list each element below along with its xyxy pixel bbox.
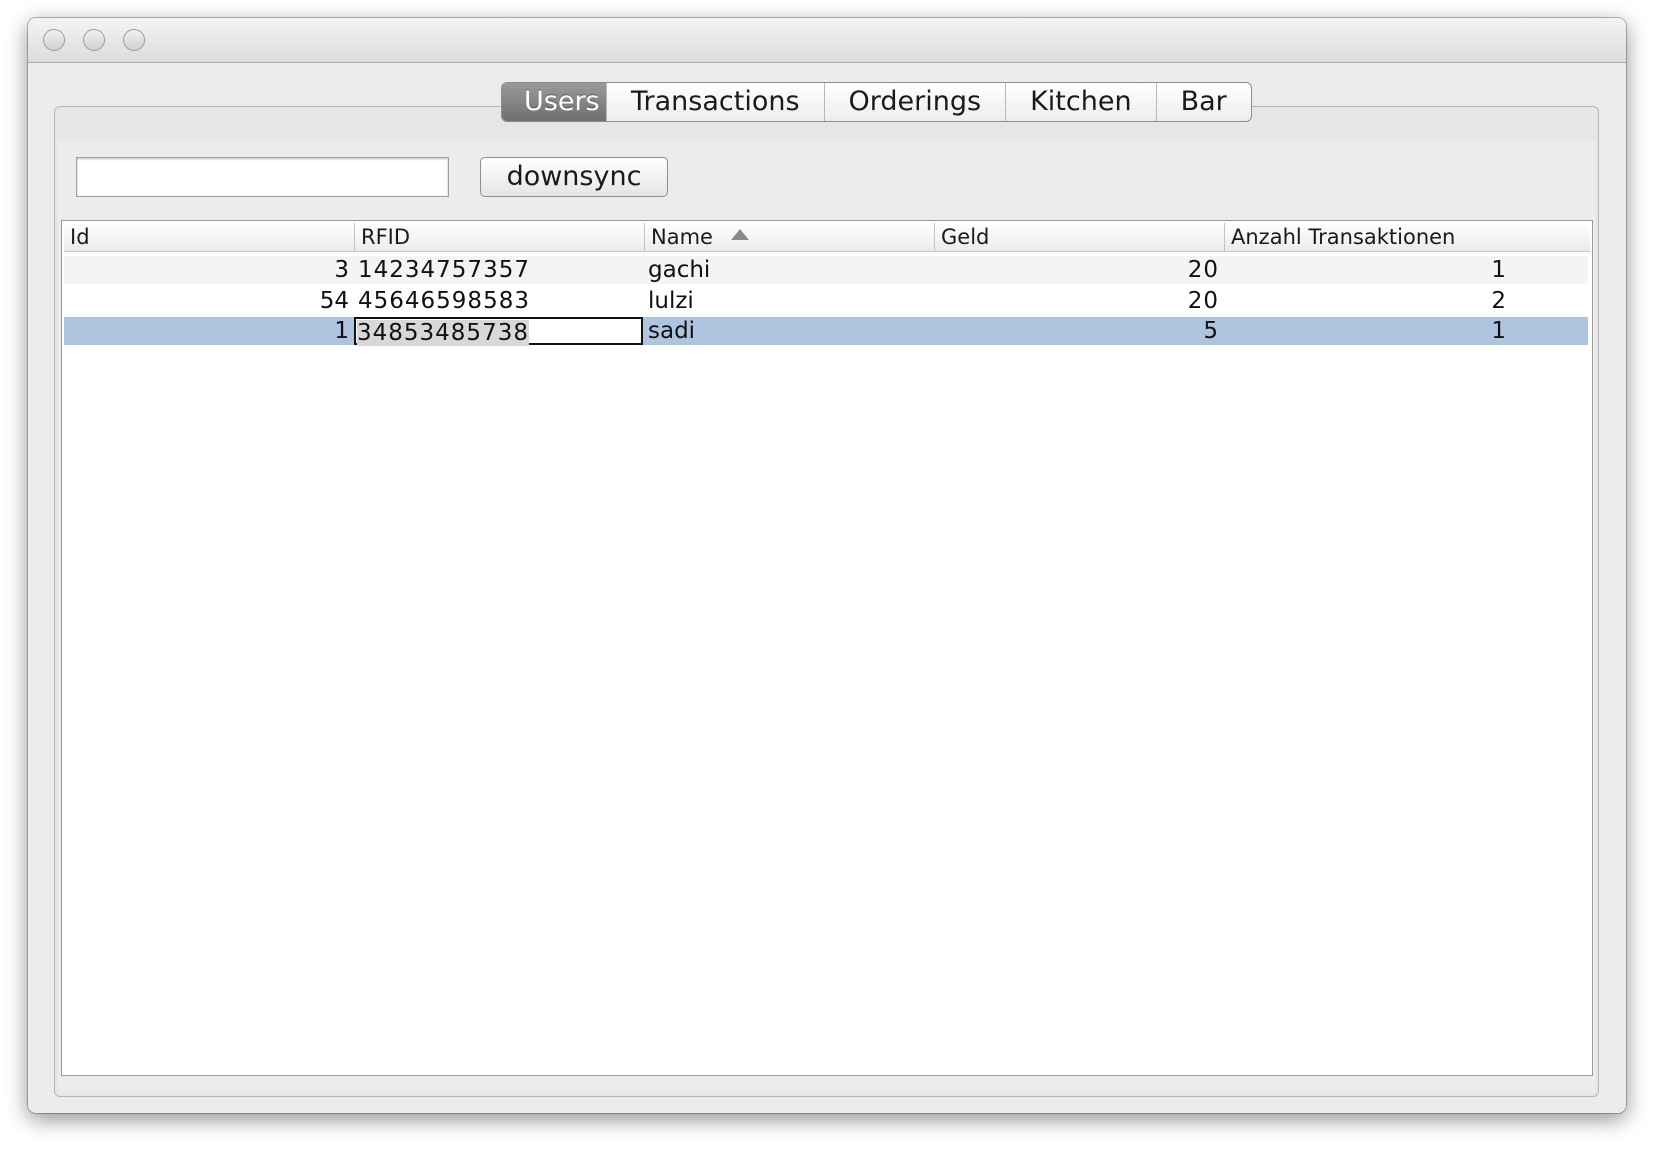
column-header-name[interactable]: Name bbox=[644, 223, 933, 251]
tab-kitchen[interactable]: Kitchen bbox=[1005, 83, 1155, 121]
cell-anzahl[interactable]: 1 bbox=[1224, 256, 1511, 284]
table-row-selected[interactable]: 1 34853485738 sadi 5 1 bbox=[64, 317, 1588, 346]
column-header-geld[interactable]: Geld bbox=[934, 223, 1223, 251]
cell-rfid[interactable]: 14234757357 bbox=[354, 256, 643, 284]
cell-geld[interactable]: 20 bbox=[934, 287, 1223, 315]
sort-ascending-icon bbox=[730, 229, 749, 240]
cell-geld[interactable]: 5 bbox=[934, 317, 1223, 345]
cell-name[interactable]: sadi bbox=[644, 317, 933, 345]
tab-bar-drinks[interactable]: Bar bbox=[1155, 83, 1251, 121]
tab-users[interactable]: Users bbox=[502, 83, 606, 121]
table-header: Id RFID Name Geld Anzahl Transaktionen bbox=[64, 223, 1590, 252]
cell-anzahl[interactable]: 2 bbox=[1224, 287, 1511, 315]
tab-bar: Users Transactions Orderings Kitchen Bar bbox=[501, 82, 1252, 122]
search-input[interactable] bbox=[76, 157, 449, 197]
tab-transactions[interactable]: Transactions bbox=[606, 83, 824, 121]
title-bar[interactable] bbox=[28, 18, 1626, 63]
table-row[interactable]: 54 45646598583 lulzi 20 2 bbox=[64, 287, 1588, 315]
column-header-id[interactable]: Id bbox=[64, 223, 353, 251]
close-window-button[interactable] bbox=[43, 29, 65, 51]
zoom-window-button[interactable] bbox=[123, 29, 145, 51]
cell-geld[interactable]: 20 bbox=[934, 256, 1223, 284]
users-table[interactable]: Id RFID Name Geld Anzahl Transaktionen 3… bbox=[61, 220, 1593, 1076]
column-header-rfid[interactable]: RFID bbox=[354, 223, 643, 251]
column-header-anzahl-transaktionen[interactable]: Anzahl Transaktionen bbox=[1224, 223, 1511, 251]
minimize-window-button[interactable] bbox=[83, 29, 105, 51]
cell-anzahl[interactable]: 1 bbox=[1224, 317, 1511, 345]
cell-id[interactable]: 3 bbox=[64, 256, 353, 284]
cell-name[interactable]: lulzi bbox=[644, 287, 933, 315]
cell-name[interactable]: gachi bbox=[644, 256, 933, 284]
cell-rfid[interactable]: 45646598583 bbox=[354, 287, 643, 315]
downsync-button[interactable]: downsync bbox=[480, 157, 668, 197]
cell-rfid-selected-text: 34853485738 bbox=[357, 320, 529, 346]
table-row[interactable]: 3 14234757357 gachi 20 1 bbox=[64, 256, 1588, 284]
cell-id[interactable]: 54 bbox=[64, 287, 353, 315]
tab-orderings[interactable]: Orderings bbox=[823, 83, 1006, 121]
cell-rfid-editor[interactable]: 34853485738 bbox=[354, 317, 643, 346]
app-window: Users Transactions Orderings Kitchen Bar… bbox=[28, 18, 1626, 1113]
cell-id[interactable]: 1 bbox=[64, 317, 353, 345]
